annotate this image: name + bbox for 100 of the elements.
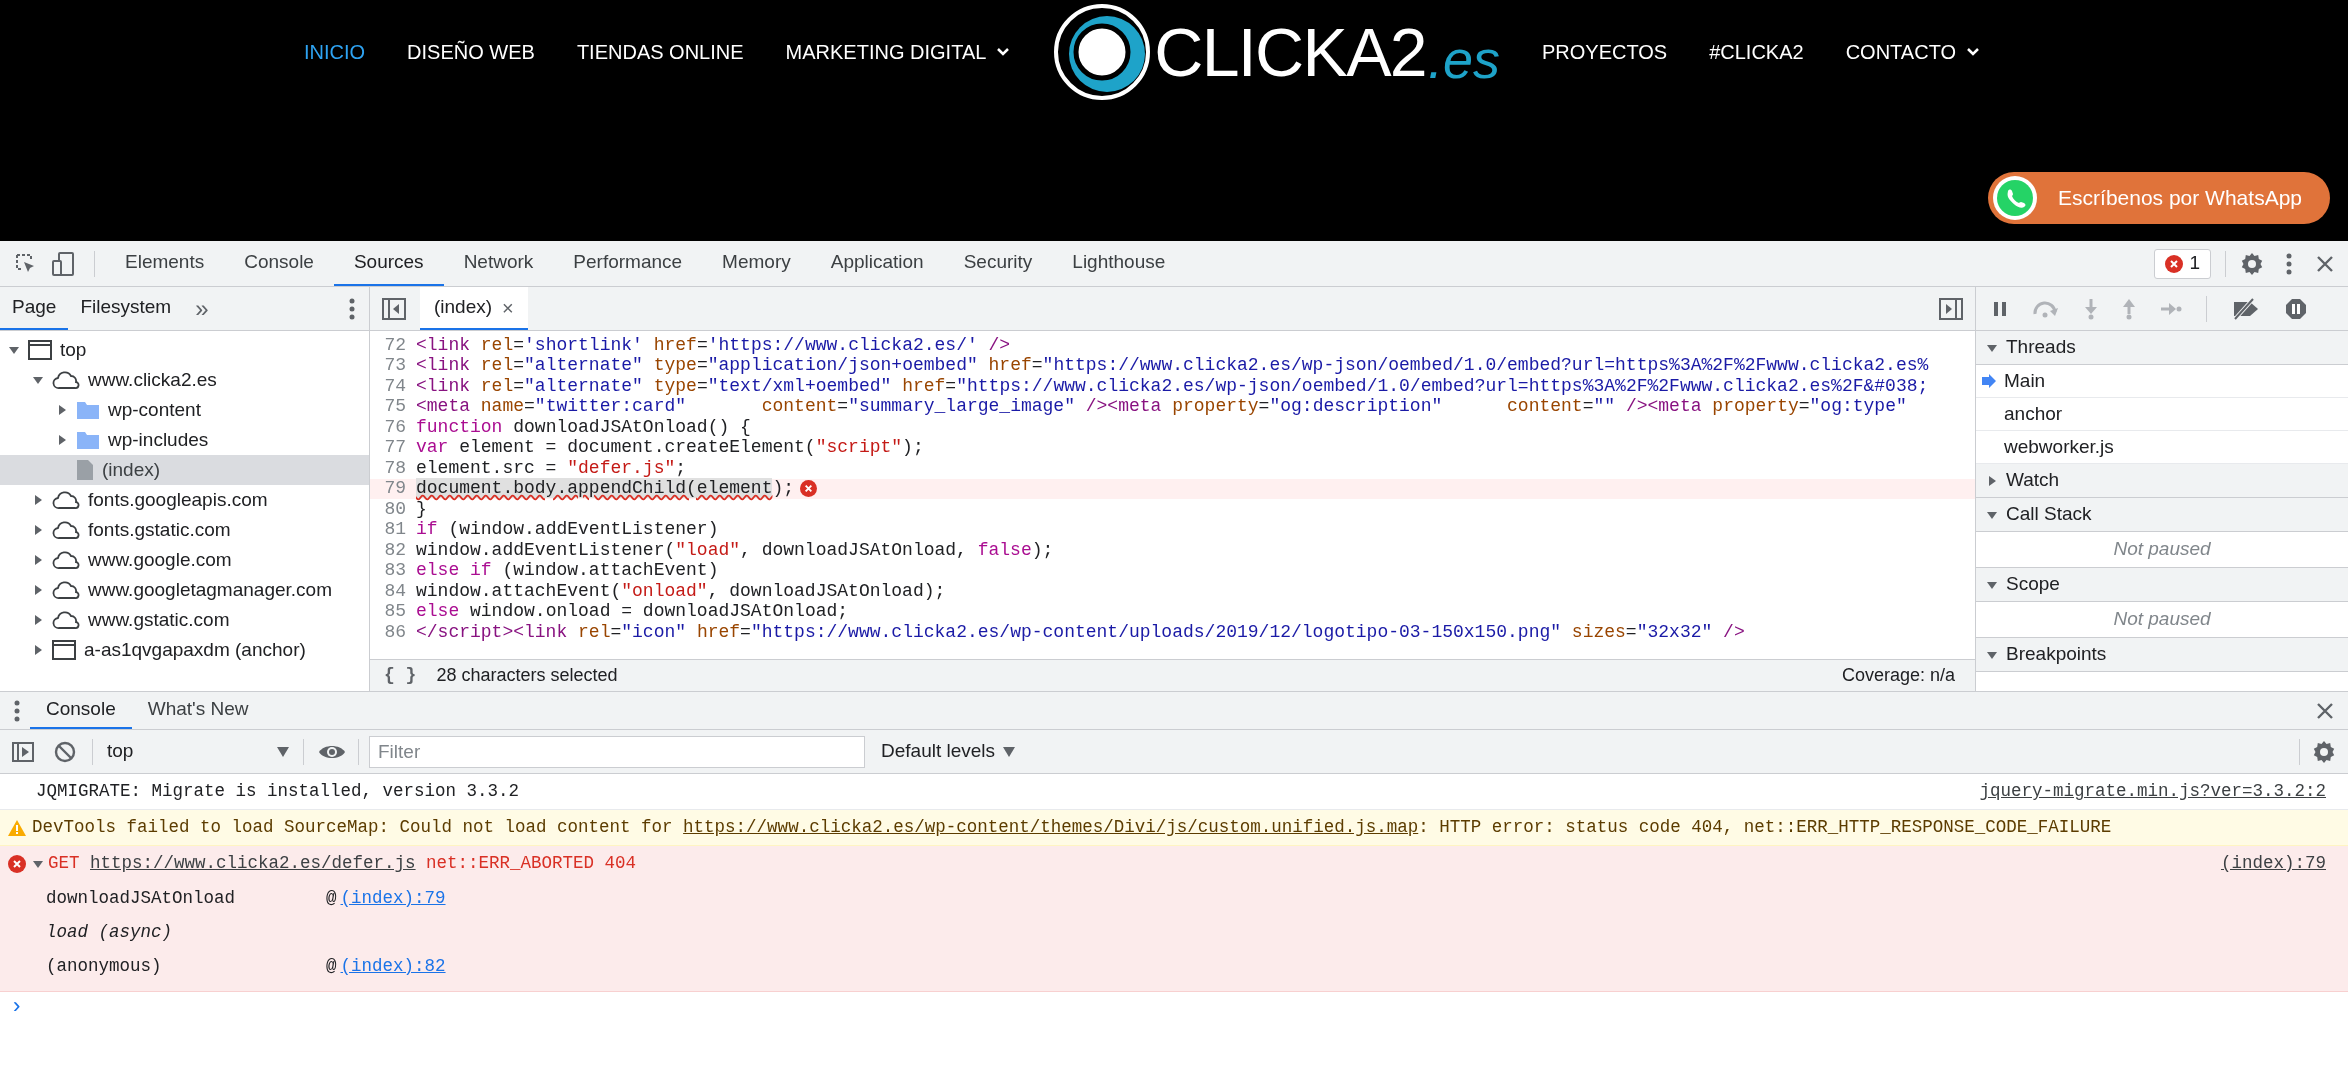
- cloud-icon: [52, 491, 80, 509]
- devtools-tab[interactable]: Security: [943, 241, 1053, 286]
- section-header[interactable]: Threads: [1976, 331, 2348, 365]
- code-line: <link rel='shortlink' href='https://www.clicka2.es/' />: [415, 333, 1011, 357]
- folder-icon: [76, 400, 100, 420]
- section-header[interactable]: Watch: [1976, 464, 2348, 498]
- settings-icon[interactable]: [2240, 251, 2264, 276]
- filter-field[interactable]: Filter: [369, 735, 865, 768]
- tree-item[interactable]: www.gstatic.com: [0, 605, 369, 635]
- error-message: GET https://www.clicka2.es/defer.js net::ERR_ABORTED 404: [48, 852, 637, 876]
- collapsed-triangle-icon: [1986, 474, 1998, 487]
- source-link[interactable]: jquery-migrate.min.js?ver=3.3.2:2: [1979, 778, 2326, 805]
- expand-triangle-icon: [8, 344, 20, 356]
- thread-item[interactable]: anchor: [1976, 398, 2348, 431]
- dropdown-caret-icon: [1003, 746, 1016, 757]
- devtools-tab[interactable]: Network: [443, 241, 554, 286]
- nav-link[interactable]: INICIO: [303, 37, 366, 67]
- log-message: JQMIGRATE: Migrate is installed, version 3.3.2: [36, 780, 520, 804]
- collapsed-triangle-icon: [32, 524, 44, 536]
- warning-icon: [8, 819, 26, 836]
- stack-function: downloadJSAtOnload: [46, 886, 237, 910]
- pause-on-exceptions-icon[interactable]: [2285, 297, 2307, 320]
- toggle-debugger-icon[interactable]: [1939, 297, 1963, 320]
- error-icon: [8, 854, 26, 873]
- expand-triangle-icon: [32, 374, 44, 386]
- tree-item[interactable]: wp-content: [0, 395, 369, 425]
- editor-tab-label: (index): [434, 295, 493, 320]
- nav-link[interactable]: #CLICKA2: [1709, 37, 1804, 67]
- collapsed-triangle-icon: [56, 404, 68, 416]
- nav-link[interactable]: MARKETING DIGITAL: [785, 37, 1011, 67]
- more-options-icon[interactable]: [349, 297, 355, 320]
- coverage-status: Coverage: n/a: [1841, 664, 1955, 687]
- cloud-icon: [52, 611, 80, 629]
- more-tabs-button[interactable]: »: [183, 287, 221, 330]
- device-toolbar-icon[interactable]: [52, 250, 76, 277]
- pretty-print-button[interactable]: { }: [384, 662, 417, 689]
- code-line: }: [415, 497, 427, 521]
- tree-item[interactable]: wp-includes: [0, 425, 369, 455]
- section-header[interactable]: Scope: [1976, 568, 2348, 602]
- cloud-icon: [52, 551, 80, 569]
- dropdown-caret-icon: [277, 746, 289, 757]
- close-tab-button[interactable]: ×: [502, 292, 514, 323]
- close-icon[interactable]: [2316, 254, 2334, 273]
- file-icon: [76, 459, 94, 481]
- settings-icon[interactable]: [2312, 739, 2336, 764]
- cloud-icon: [52, 581, 80, 599]
- collapsed-triangle-icon: [32, 494, 44, 506]
- context-selector[interactable]: top: [93, 735, 303, 768]
- drawer-tab[interactable]: What's New: [131, 692, 265, 729]
- more-options-icon[interactable]: [2286, 252, 2292, 275]
- tree-item[interactable]: (index): [0, 455, 369, 485]
- tree-item[interactable]: www.google.com: [0, 545, 369, 575]
- site-logo[interactable]: CLICKA2.es: [1052, 2, 1500, 102]
- logo-suffix: .es: [1427, 32, 1500, 86]
- stack-link[interactable]: (index):79: [340, 884, 446, 912]
- devtools-tab[interactable]: Application: [810, 241, 944, 286]
- tree-item[interactable]: fonts.googleapis.com: [0, 485, 369, 515]
- sidebar-toggle-icon[interactable]: [12, 741, 34, 762]
- error-counter[interactable]: 1: [2154, 248, 2211, 279]
- drawer-menu-icon[interactable]: [14, 699, 20, 722]
- cloud-icon: [52, 371, 80, 389]
- devtools-tab[interactable]: Performance: [553, 241, 703, 286]
- frame-icon: [52, 640, 76, 660]
- source-link[interactable]: (index):79: [2220, 850, 2326, 877]
- close-icon[interactable]: [2316, 701, 2334, 720]
- collapsed-triangle-icon: [32, 554, 44, 566]
- devtools-tab[interactable]: Memory: [702, 241, 811, 286]
- tree-item[interactable]: top: [0, 335, 369, 365]
- stack-link[interactable]: (index):82: [340, 952, 446, 980]
- section-header[interactable]: Breakpoints: [1976, 638, 2348, 672]
- tree-item[interactable]: fonts.gstatic.com: [0, 515, 369, 545]
- chevron-down-icon: [1966, 47, 1981, 57]
- navigator-tab[interactable]: Page: [0, 287, 69, 330]
- nav-link[interactable]: TIENDAS ONLINE: [576, 37, 744, 67]
- toggle-navigator-icon[interactable]: [382, 297, 406, 320]
- url-link[interactable]: https://www.clicka2.es/defer.js: [90, 853, 416, 874]
- tree-item[interactable]: a-as1qvgapaxdm (anchor): [0, 635, 369, 665]
- nav-link[interactable]: CONTACTO: [1845, 37, 1981, 67]
- collapsed-triangle-icon: [32, 584, 44, 596]
- devtools-tab[interactable]: Lighthouse: [1052, 241, 1186, 286]
- log-levels-dropdown[interactable]: Default levels: [881, 737, 1016, 766]
- tree-item[interactable]: www.clicka2.es: [0, 365, 369, 395]
- cloud-icon: [52, 521, 80, 539]
- collapsed-triangle-icon: [56, 434, 68, 446]
- devtools-tab[interactable]: Elements: [105, 241, 225, 286]
- thread-item[interactable]: Main: [1976, 365, 2348, 398]
- navigator-tab[interactable]: Filesystem: [68, 287, 184, 330]
- logo-text: CLICKA2: [1154, 18, 1426, 86]
- console-prompt[interactable]: ›: [0, 992, 2348, 1022]
- warning-message: DevTools failed to load SourceMap: Could not load content for https://www.clicka2.es/wp-content/themes/Divi/js/custom.unified.js.map: HTTP error: status code 404, net::ERR_HTTP_RESPONSE_CODE_FAILURE: [32, 816, 2112, 840]
- devtools-tab[interactable]: Console: [224, 241, 334, 286]
- collapsed-triangle-icon: [32, 644, 44, 656]
- nav-link[interactable]: PROYECTOS: [1541, 37, 1668, 67]
- tree-item[interactable]: www.googletagmanager.com: [0, 575, 369, 605]
- clear-console-icon[interactable]: [54, 740, 76, 763]
- url-link[interactable]: https://www.clicka2.es/wp-content/themes/Divi/js/custom.unified.js.map: [683, 817, 1419, 838]
- nav-link[interactable]: DISEÑO WEB: [407, 37, 535, 67]
- editor-tab[interactable]: (index) ×: [420, 287, 528, 330]
- pause-icon[interactable]: [1992, 299, 2008, 318]
- section-header[interactable]: Call Stack: [1976, 498, 2348, 532]
